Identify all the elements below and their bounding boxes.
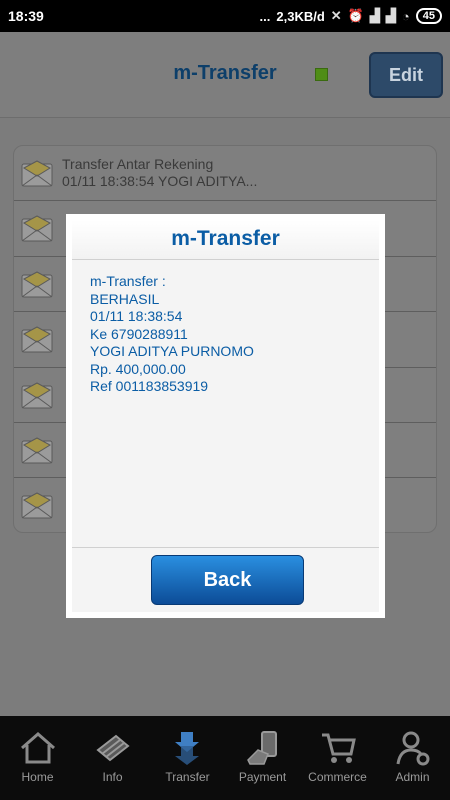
- nav-item-admin[interactable]: Admin: [375, 716, 450, 800]
- envelope-icon: [21, 326, 53, 353]
- nav-item-payment[interactable]: Payment: [225, 716, 300, 800]
- envelope-icon: [21, 381, 53, 409]
- status-bar: 18:39 ... 2,3KB/d ✕ ⏰ ▟ ▟ ◔ 45: [0, 0, 450, 32]
- cart-icon: [321, 733, 356, 763]
- dialog-panel: m-Transfer m-Transfer : BERHASIL 01/11 1…: [72, 220, 379, 612]
- dialog-message: m-Transfer : BERHASIL 01/11 18:38:54 Ke …: [72, 260, 379, 409]
- mute-icon: ✕: [330, 8, 342, 23]
- envelope-icon: [21, 271, 53, 298]
- message-line: BERHASIL: [90, 290, 160, 307]
- nav-label: Commerce: [308, 770, 367, 784]
- nav-label: Payment: [238, 770, 287, 784]
- status-time: 18:39: [8, 8, 44, 24]
- bottom-nav: Home Info Transfer Payment Commerce Admi…: [0, 716, 450, 800]
- status-dots: ...: [259, 8, 271, 24]
- message-line: Rp. 400,000.00: [90, 360, 186, 377]
- nav-label: Home: [21, 770, 54, 784]
- signal-icon-2: ▟: [385, 8, 396, 23]
- dialog-title: m-Transfer: [72, 220, 379, 260]
- message-line: 01/11 18:38:54: [90, 308, 183, 324]
- envelope-icon: [21, 215, 53, 242]
- nav-label: Admin: [395, 770, 430, 784]
- envelope-icon: [21, 492, 53, 519]
- status-speed: 2,3KB/d: [276, 8, 325, 24]
- envelope-icon: [21, 160, 53, 187]
- battery-icon: 45: [415, 8, 442, 24]
- payment-icon: [246, 731, 277, 765]
- list-item-title: Transfer Antar Rekening: [62, 156, 214, 172]
- nav-label: Transfer: [165, 770, 210, 784]
- back-button[interactable]: Back: [151, 555, 304, 605]
- envelope-icon: [21, 437, 53, 464]
- list-item[interactable]: Transfer Antar Rekening 01/11 18:38:54 Y…: [14, 146, 436, 202]
- nav-item-commerce[interactable]: Commerce: [300, 716, 375, 800]
- transfer-result-dialog: m-Transfer m-Transfer : BERHASIL 01/11 1…: [66, 214, 385, 618]
- signal-icon: ▟: [369, 8, 380, 23]
- nav-item-transfer[interactable]: Transfer: [150, 716, 225, 800]
- transfer-icon: [174, 732, 199, 765]
- message-line: Ke 6790288911: [90, 325, 188, 342]
- wifi-icon: ◔: [401, 8, 410, 24]
- message-line: m-Transfer :: [90, 273, 166, 289]
- dialog-footer: Back: [72, 547, 379, 612]
- message-line: YOGI ADITYA PURNOMO: [90, 343, 254, 359]
- edit-button[interactable]: Edit: [369, 52, 443, 98]
- app-header: m-Transfer Edit: [0, 32, 450, 118]
- message-line: Ref 001183853919: [90, 378, 209, 394]
- nav-label: Info: [102, 770, 123, 784]
- nav-item-info[interactable]: Info: [75, 716, 150, 800]
- nav-item-home[interactable]: Home: [0, 716, 75, 800]
- alarm-icon: ⏰: [347, 8, 364, 23]
- home-icon: [20, 732, 55, 764]
- list-item-subtitle: 01/11 18:38:54 YOGI ADITYA...: [62, 173, 258, 189]
- info-icon: [95, 734, 130, 762]
- admin-icon: [396, 731, 429, 766]
- status-indicator: [315, 68, 328, 81]
